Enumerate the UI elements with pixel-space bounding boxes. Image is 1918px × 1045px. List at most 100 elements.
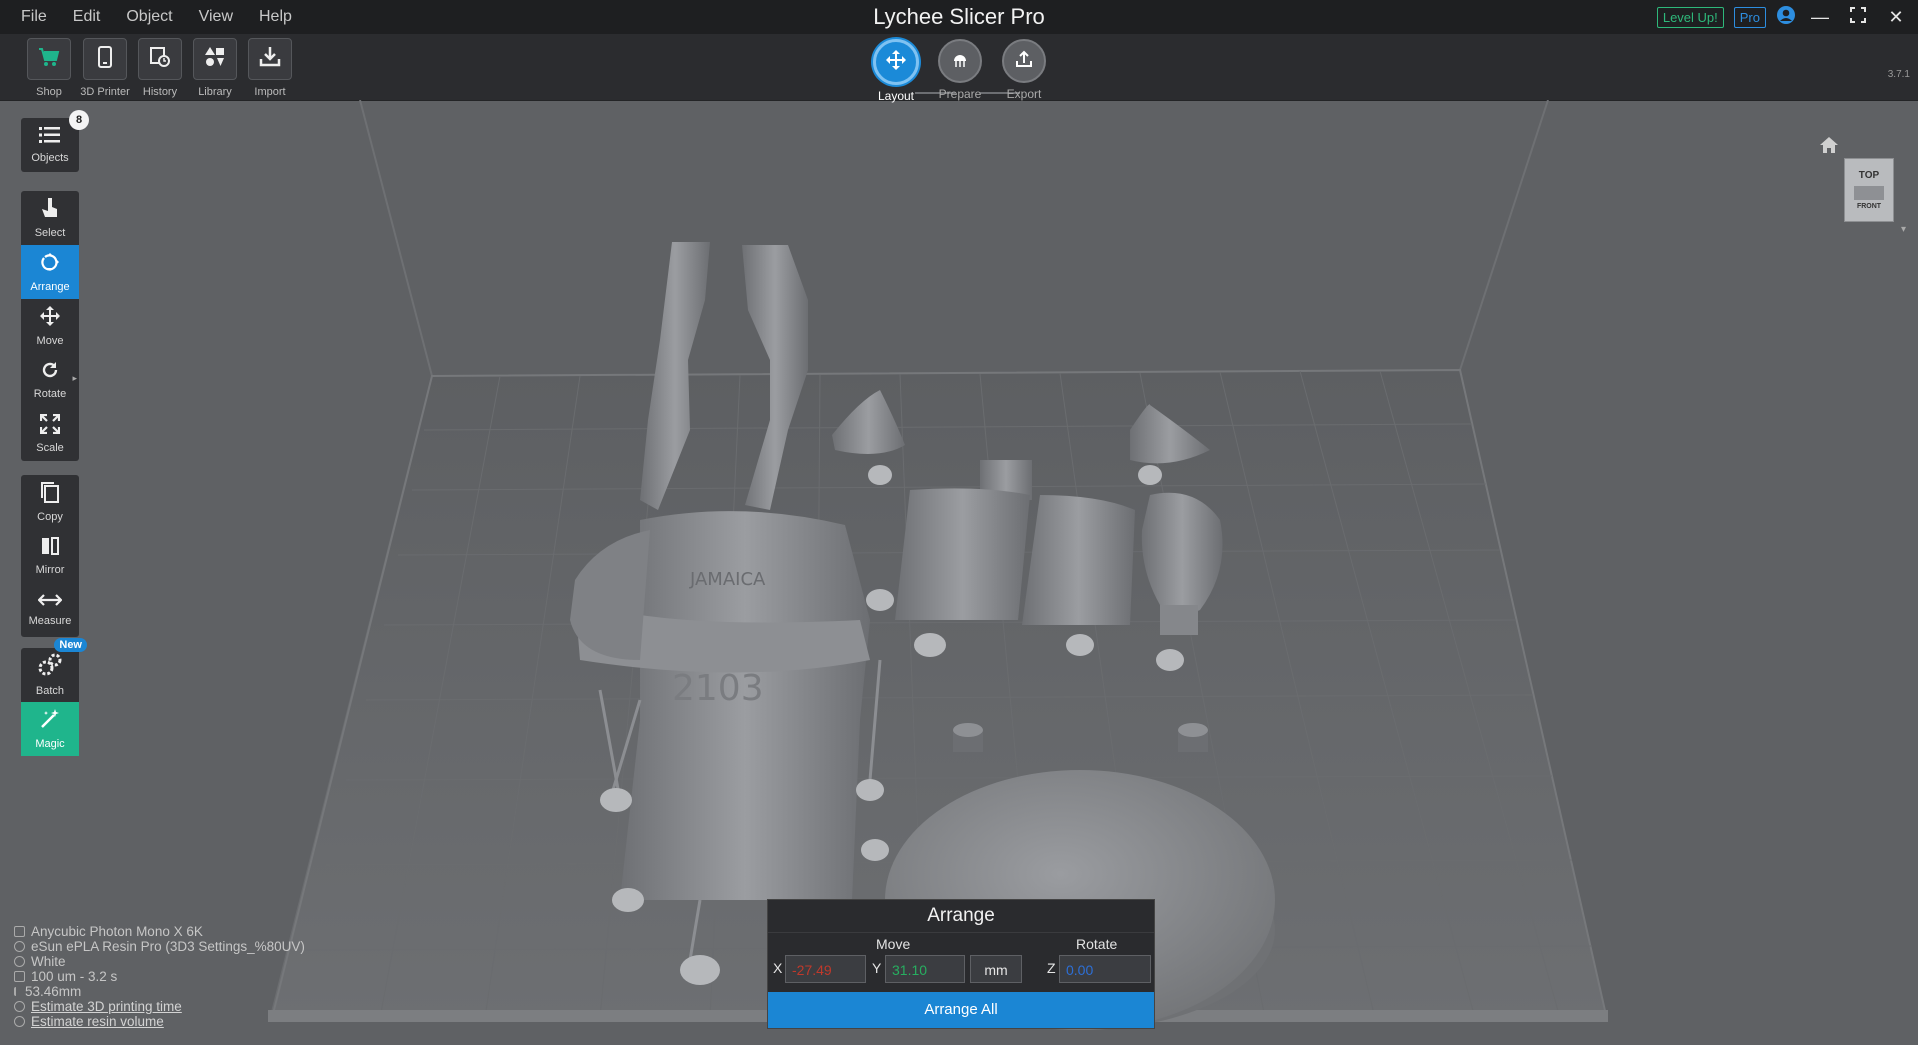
move-header: Move	[876, 936, 911, 952]
status-layer: 100 um - 3.2 s	[31, 969, 118, 984]
printer-small-icon	[14, 926, 25, 937]
scale-icon	[39, 413, 61, 439]
printer-label: 3D Printer	[80, 86, 130, 98]
view-cube-front[interactable]: FRONT	[1845, 203, 1893, 210]
batch-label: Batch	[35, 685, 65, 697]
move-label: Move	[36, 335, 64, 347]
top-toolbar: Shop 3D Printer History Library Import L…	[0, 34, 1918, 103]
minimize-icon[interactable]: —	[1806, 7, 1834, 28]
status-color: White	[31, 954, 66, 969]
status-color-row: White	[14, 954, 305, 969]
volume-icon	[14, 1016, 25, 1027]
copy-icon	[40, 481, 60, 508]
svg-text:JAMAICA: JAMAICA	[689, 569, 766, 590]
rotate-label: Rotate	[33, 388, 67, 400]
export-icon	[1014, 49, 1034, 74]
extra-tools-panel: New Batch Magic	[21, 638, 87, 756]
estimate-time-link[interactable]: Estimate 3D printing time	[31, 999, 182, 1014]
objects-panel: Objects 8	[21, 110, 89, 172]
status-layer-row: 100 um - 3.2 s	[14, 969, 305, 984]
account-icon[interactable]	[1776, 5, 1796, 30]
edit-tools-panel: Copy Mirror Measure	[21, 475, 79, 637]
measure-icon	[37, 593, 63, 612]
step-prepare[interactable]: Prepare	[925, 39, 995, 101]
mirror-label: Mirror	[35, 564, 65, 576]
import-button[interactable]: Import	[242, 38, 298, 98]
x-axis-label: X	[773, 960, 783, 976]
history-label: History	[142, 86, 178, 98]
arrange-tool[interactable]: Arrange	[21, 245, 79, 299]
move-arrows-icon	[885, 49, 907, 76]
status-time-row: Estimate 3D printing time	[14, 999, 305, 1014]
maximize-icon[interactable]	[1844, 6, 1872, 28]
select-label: Select	[34, 227, 66, 239]
move-tool[interactable]: Move	[21, 299, 79, 353]
unit-selector[interactable]: mm	[970, 955, 1022, 983]
move-y-input[interactable]: 31.10	[885, 955, 965, 983]
svg-text:2103: 2103	[672, 668, 764, 709]
step-export[interactable]: Export	[989, 39, 1059, 101]
library-button[interactable]: Library	[187, 38, 243, 98]
level-up-button[interactable]: Level Up!	[1656, 6, 1724, 28]
arrange-panel: Arrange Move Rotate X -27.49 Y 31.10 mm …	[767, 899, 1155, 1029]
magic-tool[interactable]: Magic	[21, 702, 79, 756]
arrange-label: Arrange	[30, 281, 70, 293]
mirror-tool[interactable]: Mirror	[21, 529, 79, 583]
step-prepare-label: Prepare	[938, 87, 982, 101]
menu-help[interactable]: Help	[246, 0, 305, 34]
arrange-icon	[39, 251, 61, 278]
library-label: Library	[198, 86, 232, 98]
app-title: Lychee Slicer Pro	[873, 4, 1045, 29]
pointer-icon	[41, 197, 59, 224]
history-button[interactable]: History	[132, 38, 188, 98]
y-axis-label: Y	[872, 960, 882, 976]
scale-label: Scale	[36, 442, 64, 454]
status-height: 53.46mm	[25, 984, 82, 999]
rotate-submenu-icon[interactable]: ▸	[72, 373, 77, 384]
move-x-input[interactable]: -27.49	[785, 955, 866, 983]
library-icon	[203, 45, 227, 74]
menu-view[interactable]: View	[186, 0, 246, 34]
z-axis-label: Z	[1047, 960, 1056, 976]
measure-tool[interactable]: Measure	[21, 583, 79, 637]
status-volume-row: Estimate resin volume	[14, 1014, 305, 1029]
menu-file[interactable]: File	[8, 0, 60, 34]
pro-badge[interactable]: Pro	[1733, 6, 1766, 28]
view-cube-dropdown-icon[interactable]: ▾	[1901, 224, 1906, 235]
menu-object[interactable]: Object	[113, 0, 185, 34]
batch-tool[interactable]: New Batch	[21, 638, 87, 702]
copy-tool[interactable]: Copy	[21, 475, 79, 529]
objects-count-badge: 8	[69, 110, 89, 130]
close-icon[interactable]: ✕	[1882, 7, 1910, 28]
list-icon	[39, 126, 61, 149]
printer-button[interactable]: 3D Printer	[77, 38, 133, 98]
supports-icon	[950, 49, 970, 74]
step-export-label: Export	[1006, 87, 1042, 101]
shop-button[interactable]: Shop	[21, 38, 77, 98]
view-cube-top[interactable]: TOP	[1845, 170, 1893, 181]
new-badge: New	[54, 638, 87, 652]
import-label: Import	[254, 86, 286, 98]
title-bar: File Edit Object View Help Lychee Slicer…	[0, 0, 1918, 34]
menu-edit[interactable]: Edit	[60, 0, 114, 34]
shop-label: Shop	[36, 86, 62, 98]
magic-label: Magic	[35, 738, 65, 750]
objects-button[interactable]: Objects 8	[21, 110, 89, 172]
estimate-volume-link[interactable]: Estimate resin volume	[31, 1014, 164, 1029]
title-controls: Level Up! Pro — ✕	[1656, 0, 1910, 34]
home-icon[interactable]	[1819, 136, 1839, 159]
palette-icon	[14, 956, 25, 967]
batch-gears-icon	[38, 653, 62, 682]
arrange-all-button[interactable]: Arrange All	[768, 992, 1154, 1028]
step-layout[interactable]: Layout	[861, 39, 931, 103]
menu-bar: File Edit Object View Help	[8, 0, 305, 34]
measure-label: Measure	[28, 615, 72, 627]
view-cube[interactable]: TOP FRONT	[1844, 158, 1894, 222]
rotate-tool[interactable]: Rotate ▸	[21, 353, 79, 407]
magic-wand-icon	[39, 708, 61, 735]
rotate-z-input[interactable]: 0.00	[1059, 955, 1151, 983]
select-tool[interactable]: Select	[21, 191, 79, 245]
status-resin-row: eSun ePLA Resin Pro (3D3 Settings_%80UV)	[14, 939, 305, 954]
history-icon	[148, 45, 172, 74]
scale-tool[interactable]: Scale	[21, 407, 79, 461]
